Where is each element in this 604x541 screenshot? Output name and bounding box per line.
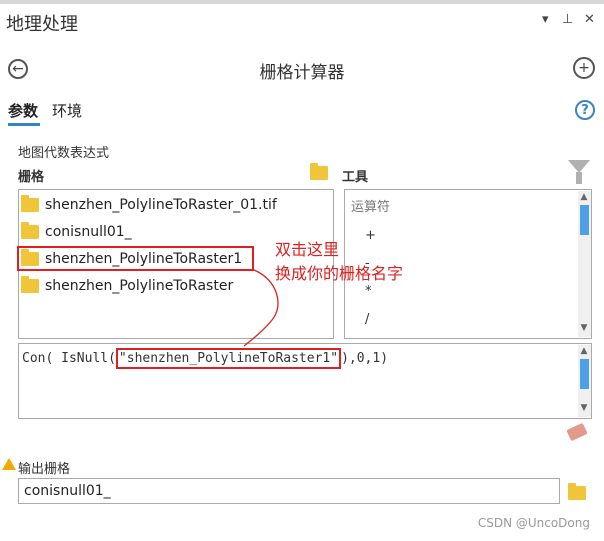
add-button[interactable]: +: [573, 57, 595, 79]
scrollbar-thumb[interactable]: [580, 359, 589, 389]
pane-top-border: [0, 0, 604, 4]
raster-name: shenzhen_PolylineToRaster: [45, 278, 234, 294]
scroll-up-icon[interactable]: ▲: [578, 192, 590, 202]
operator-item[interactable]: *: [365, 284, 372, 299]
rasters-label: 栅格: [18, 170, 45, 185]
output-raster-label: 输出栅格: [18, 462, 71, 477]
tab-environments[interactable]: 环境: [52, 100, 82, 121]
raster-name: conisnull01_: [45, 224, 132, 240]
scroll-up-icon[interactable]: ▲: [578, 346, 590, 356]
raster-list-item[interactable]: shenzhen_PolylineToRaster: [21, 275, 233, 297]
expression-scrollbar[interactable]: ▲ ▼: [578, 345, 591, 417]
pin-icon[interactable]: ⊥: [562, 12, 573, 27]
warning-icon: [2, 458, 16, 470]
expression-highlight: "shenzhen_PolylineToRaster1": [115, 348, 342, 369]
raster-list-item[interactable]: shenzhen_PolylineToRaster_01.tif: [21, 194, 277, 216]
folder-icon[interactable]: [310, 163, 328, 184]
scroll-down-icon[interactable]: ▼: [578, 323, 590, 333]
output-raster-input[interactable]: conisnull01_: [18, 478, 560, 504]
expression-editor[interactable]: Con( IsNull("shenzhen_PolylineToRaster1"…: [18, 343, 592, 419]
close-icon[interactable]: ✕: [584, 12, 595, 27]
watermark: CSDN @UncoDong: [477, 516, 590, 530]
raster-highlight-box: [17, 246, 254, 271]
filter-icon-stem: [576, 172, 582, 184]
scroll-down-icon[interactable]: ▼: [578, 403, 590, 413]
browse-folder-icon[interactable]: [568, 483, 586, 504]
expression-prefix: Con( IsNull(: [22, 351, 116, 366]
raster-icon: [21, 276, 39, 293]
scrollbar-thumb[interactable]: [580, 205, 589, 235]
pane-menu-dropdown-icon[interactable]: ▾: [542, 12, 549, 27]
expression-suffix: ),0,1): [341, 351, 389, 366]
eraser-icon[interactable]: [566, 422, 588, 442]
tab-parameters[interactable]: 参数: [8, 100, 38, 121]
operator-item[interactable]: /: [365, 312, 369, 327]
annotation-line-1: 双击这里: [275, 240, 340, 259]
raster-name: shenzhen_PolylineToRaster_01.tif: [45, 197, 277, 213]
tool-title: 栅格计算器: [259, 63, 345, 83]
annotation-line-2: 换成你的栅格名字: [275, 264, 404, 283]
tools-label: 工具: [342, 170, 369, 185]
expression-text[interactable]: Con( IsNull("shenzhen_PolylineToRaster1"…: [22, 348, 388, 369]
raster-icon: [21, 222, 39, 239]
active-tab-indicator: [8, 123, 40, 126]
operator-item[interactable]: +: [365, 228, 376, 243]
raster-list-item[interactable]: conisnull01_: [21, 221, 132, 243]
help-icon[interactable]: ?: [575, 100, 595, 120]
operators-header: 运算符: [351, 200, 391, 215]
pane-title: 地理处理: [6, 14, 78, 35]
operators-scrollbar[interactable]: ▲ ▼: [578, 191, 591, 337]
plus-icon: +: [578, 60, 590, 76]
map-algebra-label: 地图代数表达式: [18, 146, 110, 161]
raster-icon: [21, 195, 39, 212]
